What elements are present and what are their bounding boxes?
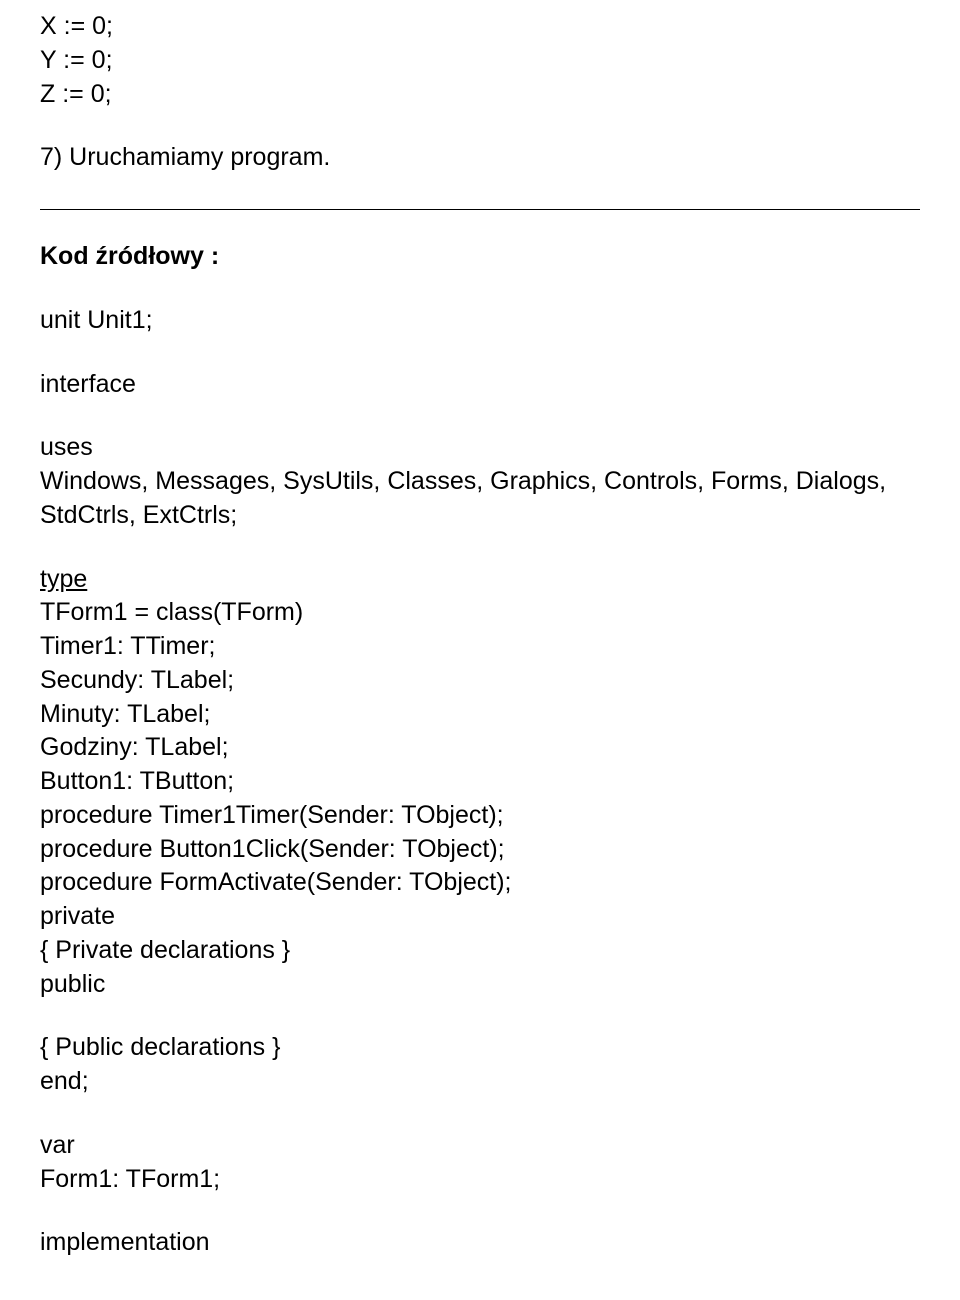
document-page: X := 0; Y := 0; Z := 0; 7) Uruchamiamy p… — [0, 0, 960, 1300]
var-body: Form1: TForm1; — [40, 1163, 920, 1197]
var-keyword: var — [40, 1129, 920, 1163]
type-block: type TForm1 = class(TForm) Timer1: TTime… — [40, 563, 920, 1002]
code-init-block: X := 0; Y := 0; Z := 0; — [40, 10, 920, 111]
implementation-line: implementation — [40, 1226, 920, 1260]
horizontal-rule — [40, 209, 920, 210]
step-7-line: 7) Uruchamiamy program. — [40, 141, 920, 175]
interface-line: interface — [40, 368, 920, 402]
source-code-heading: Kod źródłowy : — [40, 240, 920, 274]
type-keyword: type — [40, 565, 87, 593]
uses-block: uses Windows, Messages, SysUtils, Classe… — [40, 431, 920, 532]
unit-line: unit Unit1; — [40, 304, 920, 338]
public-declarations: { Public declarations } end; — [40, 1031, 920, 1099]
uses-keyword: uses — [40, 431, 920, 465]
var-block: var Form1: TForm1; — [40, 1129, 920, 1197]
uses-list: Windows, Messages, SysUtils, Classes, Gr… — [40, 465, 920, 533]
class-body: TForm1 = class(TForm) Timer1: TTimer; Se… — [40, 596, 920, 1001]
